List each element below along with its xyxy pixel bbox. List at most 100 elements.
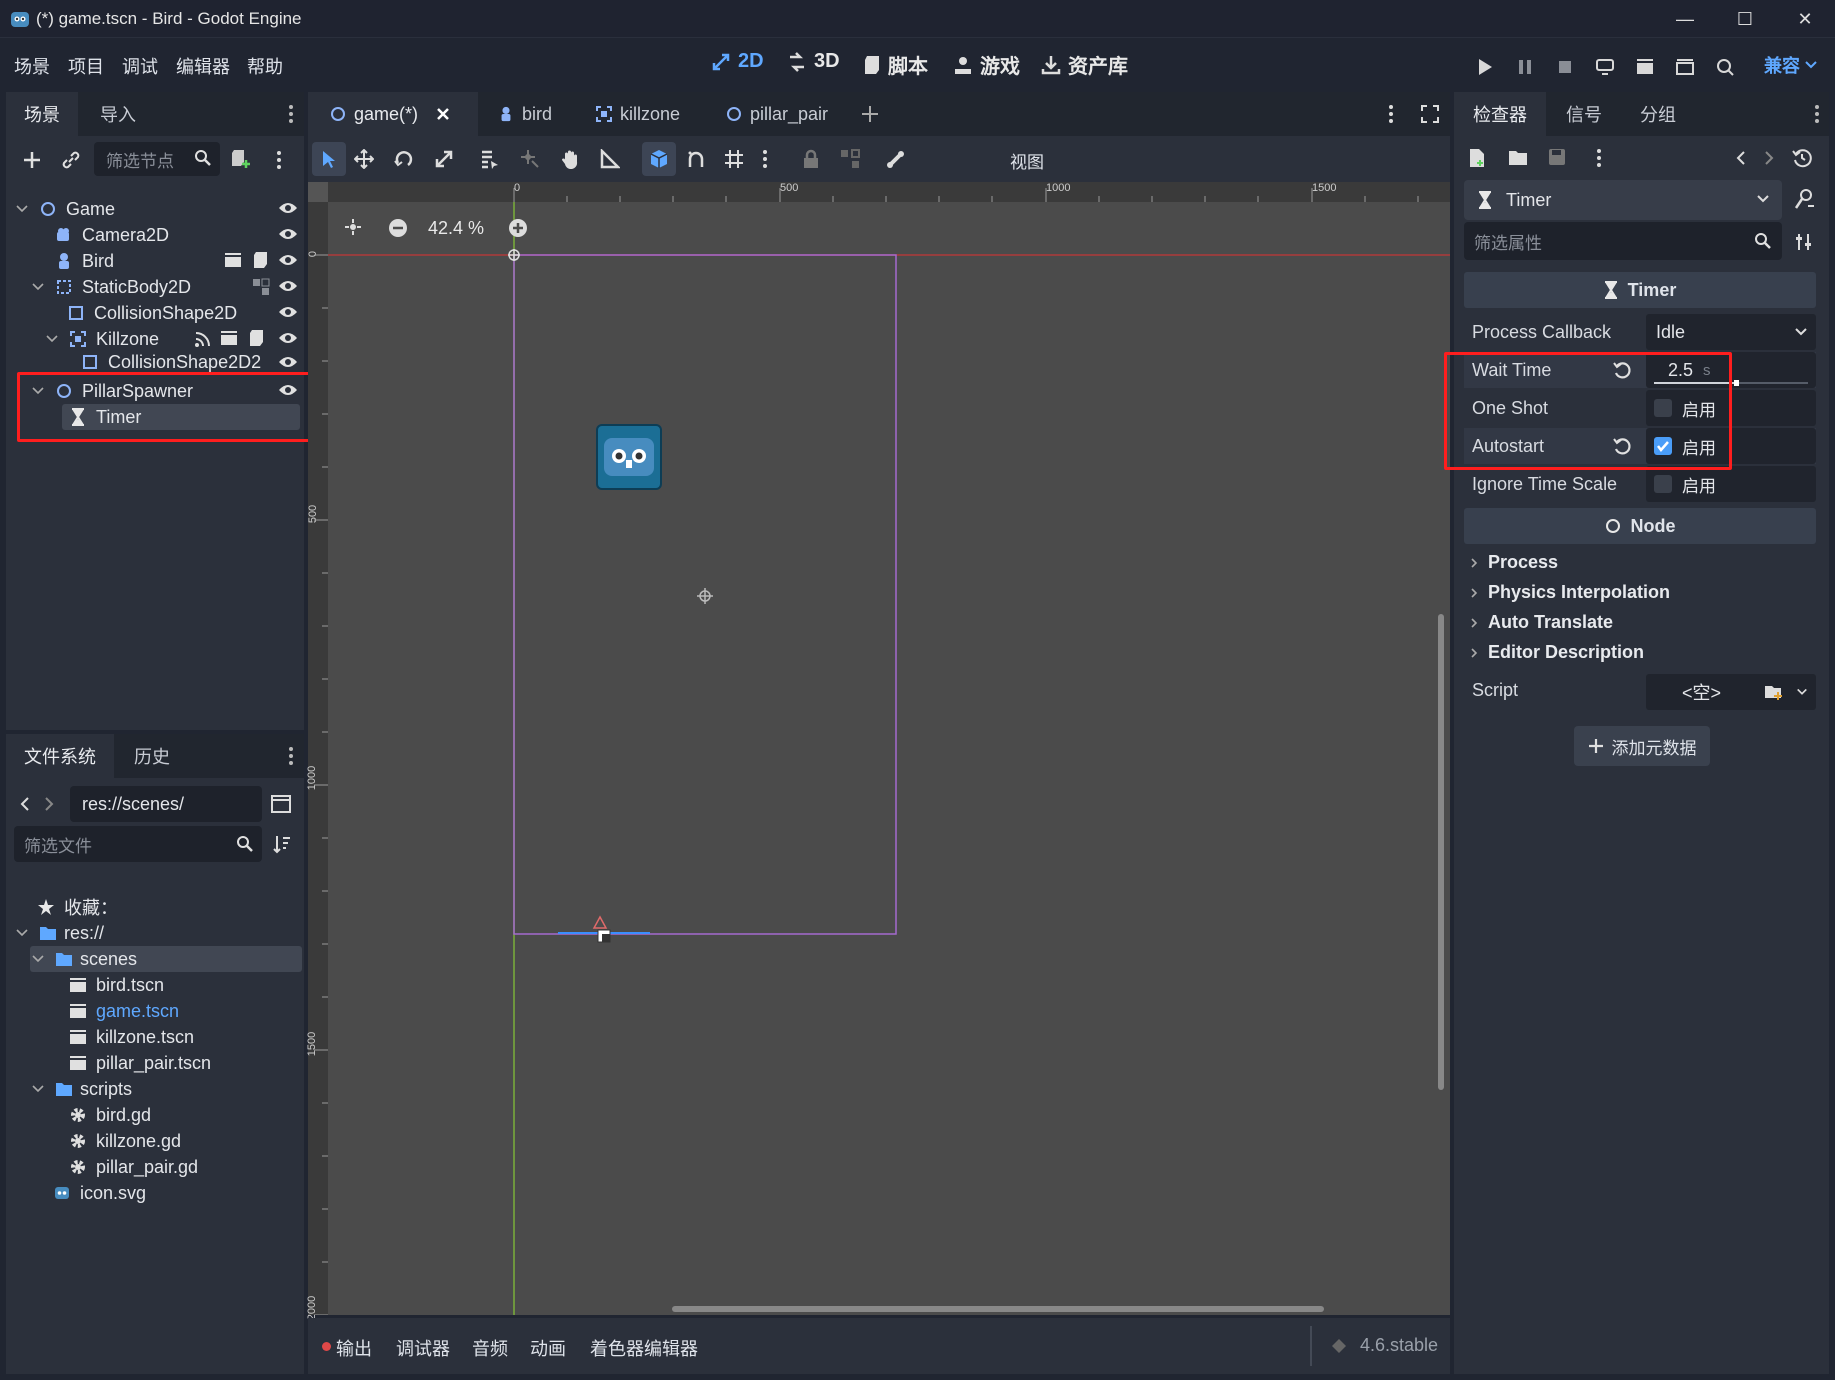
- view-menu[interactable]: 视图: [1010, 148, 1044, 173]
- menu-help[interactable]: 帮助: [247, 53, 283, 79]
- instanced-scene-icon[interactable]: [224, 252, 242, 268]
- vertical-scrollbar[interactable]: [1438, 614, 1444, 1090]
- workspace-2d-button[interactable]: 2D: [710, 50, 764, 73]
- save-icon[interactable]: [1548, 148, 1566, 166]
- scene-tab-bird[interactable]: bird: [498, 92, 552, 136]
- fs-item-killzone-tscn[interactable]: killzone.tscn: [68, 1024, 298, 1050]
- fs-item-killzone-gd[interactable]: killzone.gd: [68, 1128, 298, 1154]
- chevron-down-icon[interactable]: [14, 929, 30, 937]
- filter-files-input[interactable]: 筛选文件: [14, 826, 262, 862]
- dock-menu-icon[interactable]: [1814, 104, 1820, 124]
- workspace-3d-button[interactable]: 3D: [786, 50, 840, 73]
- menu-scene[interactable]: 场景: [14, 53, 50, 79]
- history-back-icon[interactable]: [1736, 150, 1746, 166]
- bird-sprite[interactable]: [596, 424, 662, 490]
- spawner-marker-icon[interactable]: [594, 926, 614, 946]
- scale-mode-icon[interactable]: [434, 149, 454, 169]
- stop-icon[interactable]: [1552, 54, 1578, 80]
- script-icon[interactable]: [248, 329, 264, 347]
- wait-time-slider-grabber[interactable]: [1734, 380, 1739, 386]
- tree-item-staticbody2d[interactable]: StaticBody2D: [30, 274, 304, 300]
- fs-item-scripts[interactable]: scripts: [30, 1076, 302, 1102]
- chevron-down-icon[interactable]: [14, 205, 30, 213]
- section-editor-description[interactable]: Editor Description: [1470, 642, 1644, 663]
- tree-item-killzone[interactable]: Killzone: [44, 326, 304, 352]
- select-mode-icon[interactable]: [312, 142, 346, 176]
- minimize-button[interactable]: —: [1660, 0, 1710, 38]
- fs-item-scenes[interactable]: scenes: [30, 946, 302, 972]
- section-process[interactable]: Process: [1470, 552, 1558, 573]
- scene-menu-icon[interactable]: [276, 150, 282, 170]
- group-selected-icon[interactable]: [252, 278, 270, 296]
- object-properties-icon[interactable]: [1794, 188, 1816, 210]
- pivot-mode-icon[interactable]: [520, 149, 540, 169]
- ruler-vertical[interactable]: 0 500 1000 1500 2000: [306, 202, 328, 1320]
- tools-icon[interactable]: [1794, 232, 1814, 252]
- visibility-eye-icon[interactable]: [278, 226, 298, 242]
- ruler-horizontal[interactable]: 0 500 1000 1500: [308, 182, 1450, 202]
- tab-filesystem[interactable]: 文件系统: [6, 734, 114, 778]
- instance-link-icon[interactable]: [61, 150, 81, 170]
- back-arrow-icon[interactable]: [20, 796, 30, 812]
- split-view-icon[interactable]: [270, 794, 292, 814]
- recent-history-icon[interactable]: [1792, 148, 1812, 168]
- dock-menu-icon[interactable]: [288, 746, 294, 766]
- tab-import[interactable]: 导入: [100, 92, 136, 136]
- script-resource-picker[interactable]: <空>: [1646, 674, 1816, 710]
- chevron-down-icon[interactable]: [44, 335, 60, 343]
- add-metadata-button[interactable]: 添加元数据: [1574, 726, 1710, 766]
- pause-icon[interactable]: [1512, 54, 1538, 80]
- scene-tab-game[interactable]: game(*): [308, 92, 478, 136]
- scene-tab-killzone[interactable]: killzone: [596, 92, 680, 136]
- skeleton-bone-icon[interactable]: [886, 149, 906, 169]
- zoom-in-icon[interactable]: [508, 218, 528, 238]
- tab-scene[interactable]: 场景: [6, 92, 78, 136]
- menu-editor[interactable]: 编辑器: [176, 53, 230, 79]
- maximize-button[interactable]: ☐: [1720, 0, 1770, 38]
- play-icon[interactable]: [1472, 54, 1498, 80]
- zoom-level[interactable]: 42.4 %: [428, 218, 484, 239]
- section-auto-translate[interactable]: Auto Translate: [1470, 612, 1613, 633]
- zoom-out-icon[interactable]: [388, 218, 408, 238]
- renderer-selector[interactable]: 兼容: [1764, 52, 1818, 78]
- update-spinner-icon[interactable]: [1330, 1337, 1348, 1355]
- visibility-eye-icon[interactable]: [278, 200, 298, 216]
- fs-item-pillar-pair-gd[interactable]: pillar_pair.gd: [68, 1154, 298, 1180]
- favorites-header[interactable]: 收藏：: [36, 894, 296, 920]
- remote-debug-icon[interactable]: [1592, 54, 1618, 80]
- sort-icon[interactable]: [272, 834, 292, 854]
- visibility-eye-icon[interactable]: [278, 252, 298, 268]
- fullscreen-icon[interactable]: [1420, 104, 1440, 124]
- chevron-down-icon[interactable]: [30, 1085, 46, 1093]
- tab-signals[interactable]: 信号: [1566, 92, 1602, 136]
- workspace-script-button[interactable]: 脚本: [862, 50, 928, 79]
- chevron-down-icon[interactable]: [30, 283, 46, 291]
- fs-item-bird-tscn[interactable]: bird.tscn: [68, 972, 298, 998]
- filter-nodes-input[interactable]: 筛选节点: [94, 142, 220, 176]
- center-view-icon[interactable]: [344, 218, 362, 236]
- ruler-mode-icon[interactable]: [600, 149, 620, 169]
- more-icon[interactable]: [1388, 104, 1394, 124]
- group-icon[interactable]: [840, 149, 860, 169]
- fs-item-icon-svg[interactable]: icon.svg: [52, 1180, 298, 1206]
- visibility-eye-icon[interactable]: [278, 304, 298, 320]
- tree-item-camera2d[interactable]: Camera2D: [54, 222, 304, 248]
- visibility-eye-icon[interactable]: [278, 278, 298, 294]
- process-callback-dropdown[interactable]: Idle: [1646, 314, 1816, 350]
- add-node-icon[interactable]: [22, 150, 42, 170]
- more-icon[interactable]: [1596, 148, 1602, 168]
- workspace-game-button[interactable]: 游戏: [952, 50, 1020, 79]
- tree-item-collisionshape2d2[interactable]: CollisionShape2D2: [80, 352, 304, 372]
- fs-item-res[interactable]: res://: [14, 920, 304, 946]
- bottom-tab-shader-editor[interactable]: 着色器编辑器: [590, 1335, 698, 1361]
- chevron-down-icon[interactable]: [1796, 687, 1808, 697]
- section-physics-interpolation[interactable]: Physics Interpolation: [1470, 582, 1670, 603]
- chevron-down-icon[interactable]: [30, 955, 46, 963]
- play-scene-icon[interactable]: [1632, 54, 1658, 80]
- attach-script-icon[interactable]: [230, 148, 252, 170]
- close-tab-icon[interactable]: [436, 107, 450, 121]
- load-resource-icon[interactable]: [1764, 683, 1784, 701]
- menu-debug[interactable]: 调试: [122, 53, 158, 79]
- tree-item-collisionshape2d[interactable]: CollisionShape2D: [66, 300, 304, 326]
- tab-groups[interactable]: 分组: [1640, 92, 1676, 136]
